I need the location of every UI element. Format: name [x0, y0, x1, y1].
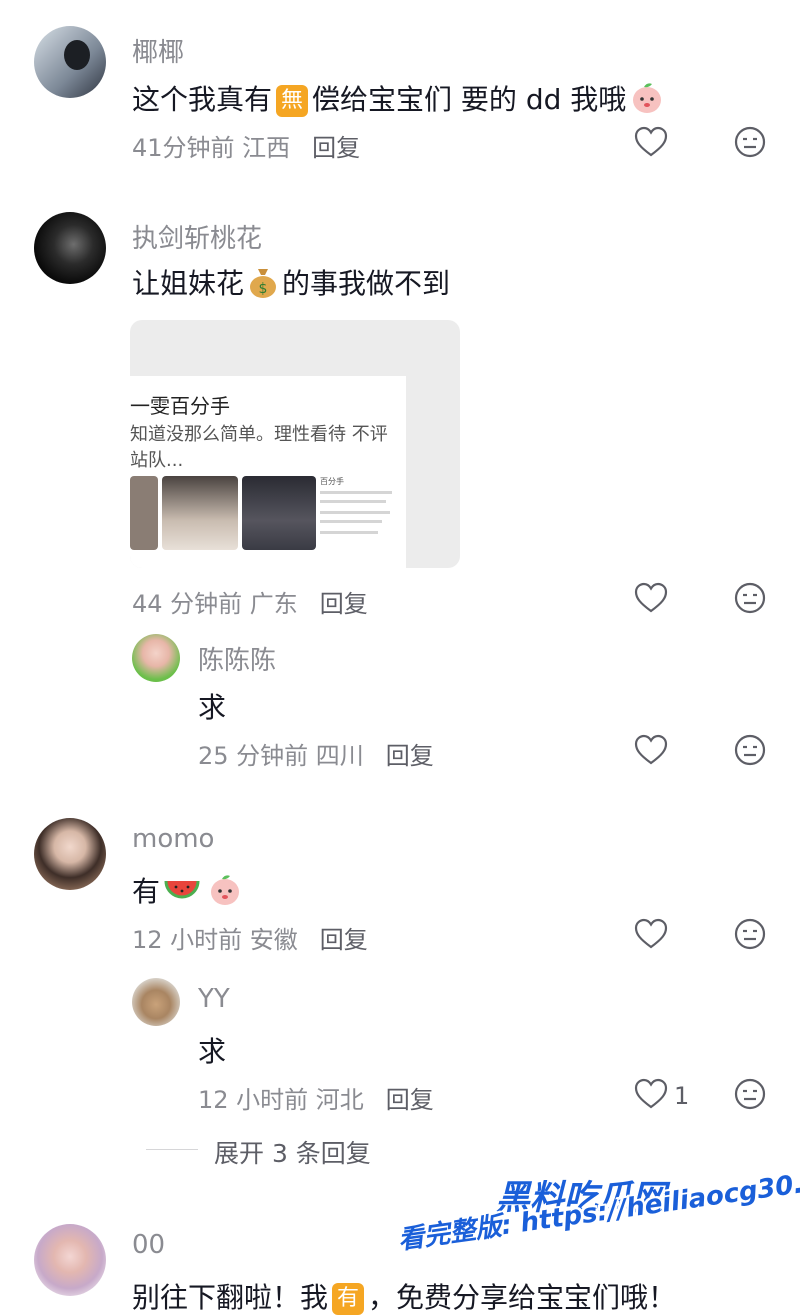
comment-text: 让姐妹花 $ 的事我做不到 [132, 262, 450, 306]
heart-icon[interactable] [634, 1078, 668, 1110]
card-thumbnail [242, 476, 316, 550]
comment-text-part: 有 [132, 875, 161, 908]
dislike-face-icon[interactable] [734, 734, 766, 766]
comment-time-location: 12 小时前 安徽 [132, 926, 298, 954]
comment-meta: 44 分钟前 广东 回复 [132, 584, 368, 619]
username[interactable]: 椰椰 [132, 32, 184, 69]
username[interactable]: 执剑斩桃花 [132, 218, 262, 255]
comment-time-location: 25 分钟前 四川 [198, 742, 364, 770]
avatar[interactable] [34, 26, 106, 98]
comment-text-part: 的事我做不到 [282, 267, 451, 300]
comment-meta: 25 分钟前 四川 回复 [198, 736, 434, 771]
username[interactable]: 00 [132, 1230, 165, 1260]
peach-emoji [208, 873, 242, 914]
avatar[interactable] [34, 212, 106, 284]
dislike-face-icon[interactable] [734, 1078, 766, 1110]
card-thumbnail [130, 476, 158, 550]
expand-divider [146, 1149, 198, 1150]
heart-icon[interactable] [634, 918, 668, 950]
dislike-face-icon[interactable] [734, 918, 766, 950]
comment-text-part: ，免费分享给宝宝们哦！ [368, 1281, 677, 1314]
heart-icon[interactable] [634, 734, 668, 766]
reply-button[interactable]: 回复 [312, 134, 360, 162]
comment-text: 求 [198, 691, 227, 724]
avatar[interactable] [34, 818, 106, 890]
svg-text:$: $ [259, 281, 268, 297]
money-bag-emoji: $ [248, 265, 278, 306]
dislike-face-icon[interactable] [734, 582, 766, 614]
reply-button[interactable]: 回复 [386, 1086, 434, 1114]
comment-time-location: 12 小时前 河北 [198, 1086, 364, 1114]
reply-button[interactable]: 回复 [320, 926, 368, 954]
you-badge-icon: 有 [332, 1283, 365, 1315]
comment-text-part: 偿给宝宝们 要的 dd 我哦 [312, 83, 627, 116]
comment-meta: 12 小时前 河北 回复 [198, 1080, 434, 1115]
heart-icon[interactable] [634, 582, 668, 614]
comment-meta: 41分钟前 江西 回复 [132, 128, 360, 163]
comment-text: 有 [132, 870, 246, 914]
card-thumbnail [162, 476, 238, 550]
card-body: 知道没那么简单。理性看待 不评 站队... [130, 424, 388, 471]
avatar[interactable] [132, 978, 180, 1026]
card-side-text: 百分手 [320, 476, 400, 550]
reply-button[interactable]: 回复 [320, 590, 368, 618]
comment-text: 这个我真有無偿给宝宝们 要的 dd 我哦 [132, 78, 668, 122]
peach-emoji [630, 81, 664, 122]
comment-time-location: 41分钟前 江西 [132, 134, 291, 162]
card-title: 一雯百分手 [130, 394, 230, 418]
comment-time-location: 44 分钟前 广东 [132, 590, 298, 618]
avatar[interactable] [132, 634, 180, 682]
expand-replies-button[interactable]: 展开 3 条回复 [214, 1134, 371, 1170]
heart-icon[interactable] [634, 126, 668, 158]
card-side-title: 百分手 [320, 477, 344, 486]
watermelon-emoji [164, 875, 200, 912]
comment-text: 求 [198, 1035, 227, 1068]
comment-text-part: 别往下翻啦！我 [132, 1281, 329, 1314]
like-count: 1 [674, 1082, 690, 1110]
dislike-face-icon[interactable] [734, 126, 766, 158]
username[interactable]: 陈陈陈 [198, 640, 276, 677]
card-content: 一雯百分手 知道没那么简单。理性看待 不评 站队... 百分手 [130, 376, 406, 568]
comment-text-part: 让姐妹花 [132, 267, 245, 300]
shared-image-card[interactable]: 一雯百分手 知道没那么简单。理性看待 不评 站队... 百分手 [130, 320, 460, 568]
comment-meta: 12 小时前 安徽 回复 [132, 920, 368, 955]
wu-badge-icon: 無 [276, 85, 309, 117]
username[interactable]: momo [132, 824, 214, 854]
comment-text-part: 这个我真有 [132, 83, 273, 116]
avatar[interactable] [34, 1224, 106, 1296]
username[interactable]: YY [198, 984, 230, 1014]
reply-button[interactable]: 回复 [386, 742, 434, 770]
comment-text: 别往下翻啦！我有，免费分享给宝宝们哦！ [132, 1276, 676, 1316]
